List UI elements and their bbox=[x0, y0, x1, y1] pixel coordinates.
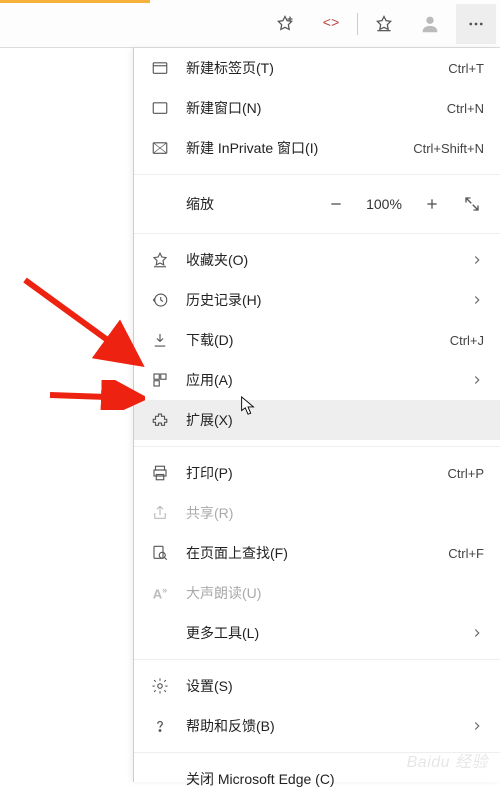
menu-item-label: 应用(A) bbox=[186, 370, 454, 390]
menu-item-label: 新建 InPrivate 窗口(I) bbox=[186, 138, 397, 158]
menu-item-print[interactable]: 打印(P) Ctrl+P bbox=[134, 453, 500, 493]
zoom-out-button[interactable] bbox=[316, 184, 356, 224]
menu-item-label: 共享(R) bbox=[186, 503, 484, 523]
menu-item-new-inprivate[interactable]: 新建 InPrivate 窗口(I) Ctrl+Shift+N bbox=[134, 128, 500, 168]
download-icon bbox=[150, 330, 170, 350]
chevron-right-icon bbox=[470, 373, 484, 387]
menu-separator bbox=[134, 446, 500, 447]
chevron-right-icon bbox=[470, 626, 484, 640]
tab-icon bbox=[150, 58, 170, 78]
menu-item-label: 更多工具(L) bbox=[186, 623, 454, 643]
annotation-arrow bbox=[45, 380, 145, 410]
apps-icon bbox=[150, 370, 170, 390]
print-icon bbox=[150, 463, 170, 483]
share-icon bbox=[150, 503, 170, 523]
gear-icon bbox=[150, 676, 170, 696]
inprivate-icon bbox=[150, 138, 170, 158]
menu-item-label: 下载(D) bbox=[186, 330, 434, 350]
chevron-right-icon bbox=[470, 293, 484, 307]
toolbar-divider bbox=[357, 13, 358, 35]
extensions-icon bbox=[150, 410, 170, 430]
menu-item-read-aloud: A» 大声朗读(U) bbox=[134, 573, 500, 613]
star-lines-icon bbox=[150, 250, 170, 270]
menu-item-downloads[interactable]: 下载(D) Ctrl+J bbox=[134, 320, 500, 360]
menu-separator bbox=[134, 233, 500, 234]
toolbar: <> bbox=[0, 0, 500, 48]
zoom-value: 100% bbox=[356, 196, 412, 212]
watermark: Baidu 经验 bbox=[407, 748, 488, 772]
menu-item-label: 收藏夹(O) bbox=[186, 250, 454, 270]
menu-item-find[interactable]: 在页面上查找(F) Ctrl+F bbox=[134, 533, 500, 573]
menu-separator bbox=[134, 659, 500, 660]
menu-item-shortcut: Ctrl+N bbox=[447, 101, 484, 116]
menu-item-label: 扩展(X) bbox=[186, 410, 484, 430]
menu-item-shortcut: Ctrl+P bbox=[448, 466, 484, 481]
menu-item-label: 打印(P) bbox=[186, 463, 432, 483]
menu-item-shortcut: Ctrl+Shift+N bbox=[413, 141, 484, 156]
menu-item-shortcut: Ctrl+F bbox=[448, 546, 484, 561]
menu-item-apps[interactable]: 应用(A) bbox=[134, 360, 500, 400]
zoom-label: 缩放 bbox=[186, 194, 316, 214]
menu-item-favorites[interactable]: 收藏夹(O) bbox=[134, 240, 500, 280]
menu-separator bbox=[134, 174, 500, 175]
favorites-button[interactable] bbox=[364, 4, 404, 44]
window-icon bbox=[150, 98, 170, 118]
menu-item-help[interactable]: 帮助和反馈(B) bbox=[134, 706, 500, 746]
menu-item-label: 帮助和反馈(B) bbox=[186, 716, 454, 736]
help-icon bbox=[150, 716, 170, 736]
menu-item-share: 共享(R) bbox=[134, 493, 500, 533]
zoom-row: 缩放 100% bbox=[134, 181, 500, 227]
profile-button[interactable] bbox=[410, 4, 450, 44]
menu-item-shortcut: Ctrl+T bbox=[448, 61, 484, 76]
menu-item-label: 历史记录(H) bbox=[186, 290, 454, 310]
menu-item-label: 新建窗口(N) bbox=[186, 98, 431, 118]
menu-item-label: 设置(S) bbox=[186, 676, 484, 696]
chevron-right-icon bbox=[470, 253, 484, 267]
annotation-arrow bbox=[20, 275, 145, 370]
find-icon bbox=[150, 543, 170, 563]
menu-item-label: 新建标签页(T) bbox=[186, 58, 432, 78]
devtools-button[interactable]: <> bbox=[311, 4, 351, 44]
menu-item-settings[interactable]: 设置(S) bbox=[134, 666, 500, 706]
menu-item-shortcut: Ctrl+J bbox=[450, 333, 484, 348]
menu-item-label: 关闭 Microsoft Edge (C) bbox=[186, 769, 484, 789]
read-aloud-icon: A» bbox=[150, 583, 170, 603]
add-favorite-button[interactable] bbox=[265, 4, 305, 44]
menu-item-more-tools[interactable]: 更多工具(L) bbox=[134, 613, 500, 653]
overflow-menu: 新建标签页(T) Ctrl+T 新建窗口(N) Ctrl+N 新建 InPriv… bbox=[133, 48, 500, 782]
history-icon bbox=[150, 290, 170, 310]
zoom-in-button[interactable] bbox=[412, 184, 452, 224]
menu-item-extensions[interactable]: 扩展(X) bbox=[134, 400, 500, 440]
more-menu-button[interactable] bbox=[456, 4, 496, 44]
menu-item-new-window[interactable]: 新建窗口(N) Ctrl+N bbox=[134, 88, 500, 128]
chevron-right-icon bbox=[470, 719, 484, 733]
fullscreen-button[interactable] bbox=[452, 184, 492, 224]
menu-item-label: 大声朗读(U) bbox=[186, 583, 484, 603]
menu-item-label: 在页面上查找(F) bbox=[186, 543, 432, 563]
menu-item-history[interactable]: 历史记录(H) bbox=[134, 280, 500, 320]
tab-strip-accent bbox=[0, 0, 150, 3]
menu-item-new-tab[interactable]: 新建标签页(T) Ctrl+T bbox=[134, 48, 500, 88]
